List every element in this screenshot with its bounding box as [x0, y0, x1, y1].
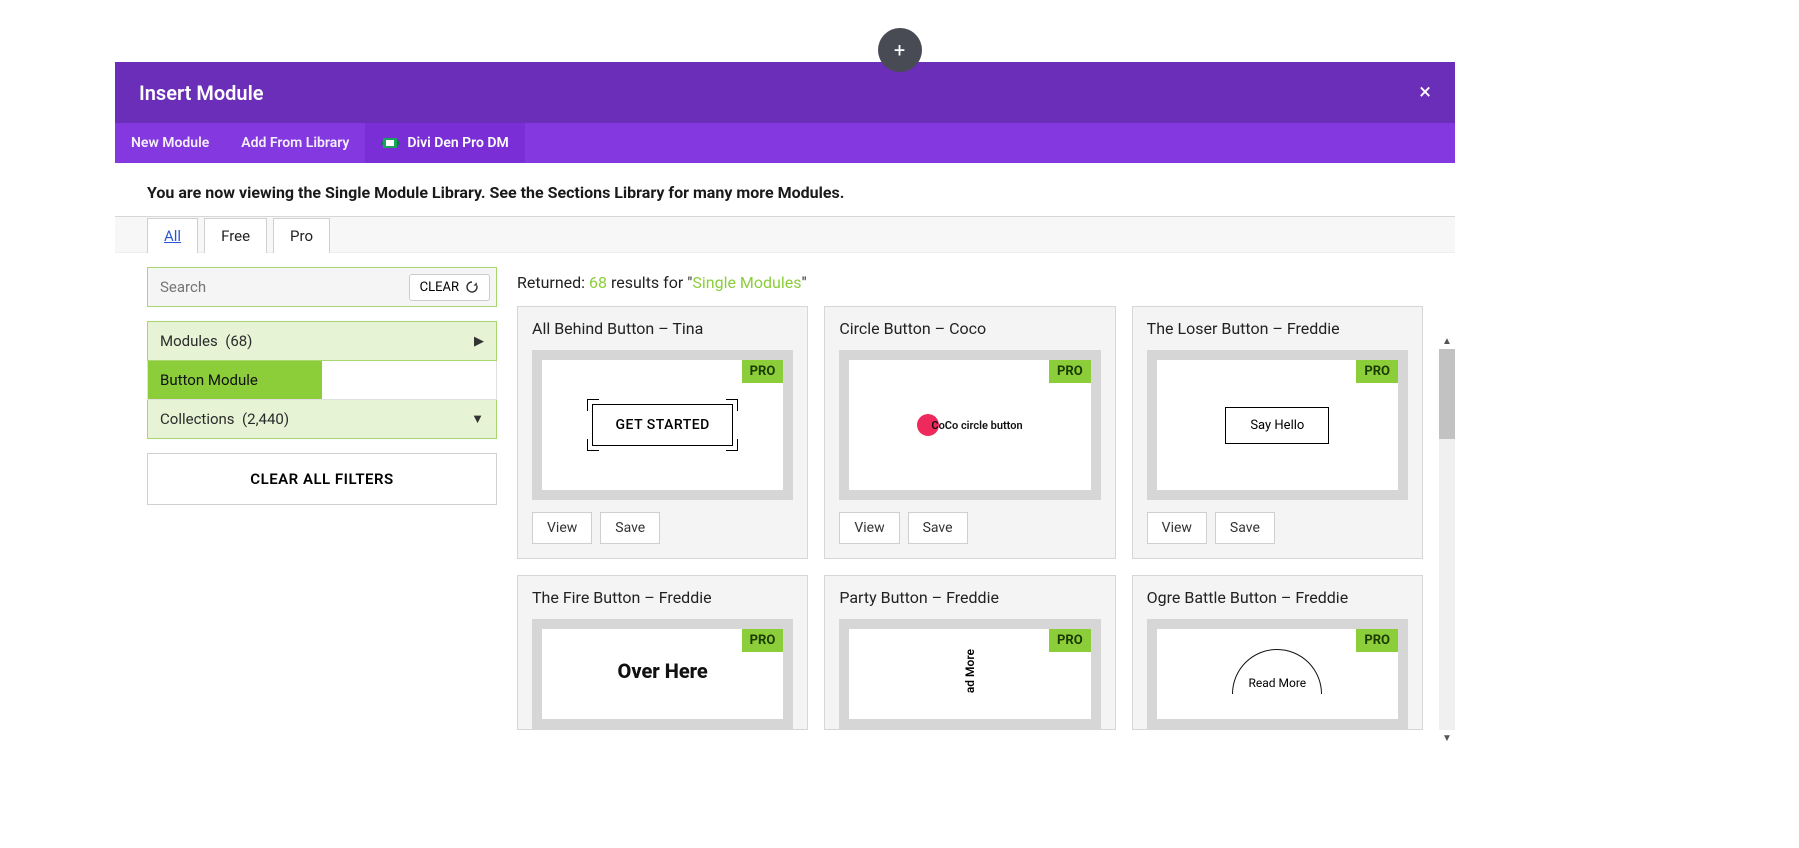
- card-title: The Fire Button – Freddie: [518, 576, 807, 619]
- module-card: The Loser Button – Freddie PRO Say Hello…: [1132, 306, 1423, 559]
- pro-badge: PRO: [1049, 360, 1091, 383]
- save-button[interactable]: Save: [600, 512, 660, 544]
- card-title: Ogre Battle Button – Freddie: [1133, 576, 1422, 619]
- module-card: Ogre Battle Button – Freddie PRO Read Mo…: [1132, 575, 1423, 730]
- card-title: The Loser Button – Freddie: [1133, 307, 1422, 350]
- preview-say-hello-button: Say Hello: [1225, 407, 1329, 444]
- filter-tab-all[interactable]: All: [147, 218, 198, 253]
- modules-panel-body: Button Module: [147, 361, 497, 400]
- tab-add-from-library[interactable]: Add From Library: [225, 123, 365, 163]
- scroll-thumb[interactable]: [1439, 349, 1455, 439]
- reload-icon: [465, 280, 479, 294]
- close-button[interactable]: ×: [1419, 80, 1431, 105]
- card-preview: PRO Read More: [1147, 619, 1408, 729]
- chevron-down-icon: ▼: [471, 411, 484, 427]
- clear-all-filters-button[interactable]: CLEAR ALL FILTERS: [147, 453, 497, 505]
- modal-content: You are now viewing the Single Module Li…: [115, 163, 1455, 730]
- card-preview: PRO Say Hello: [1147, 350, 1408, 500]
- sidebar: CLEAR Modules (68) ▶ Button Module: [147, 267, 497, 730]
- view-button[interactable]: View: [1147, 512, 1207, 544]
- module-card: The Fire Button – Freddie PRO Over Here: [517, 575, 808, 730]
- tab-divi-den-pro[interactable]: Divi Den Pro DM: [365, 123, 524, 163]
- modal-tabbar: New Module Add From Library Divi Den Pro…: [115, 123, 1455, 163]
- main-results: Returned: 68 results for "Single Modules…: [517, 267, 1423, 730]
- save-button[interactable]: Save: [1215, 512, 1275, 544]
- card-actions: View Save: [518, 500, 807, 558]
- intro-text: You are now viewing the Single Module Li…: [115, 163, 1455, 216]
- modules-panel: Modules (68) ▶ Button Module Collections…: [147, 321, 497, 439]
- preview-coco-button: CoCo circle button: [917, 414, 1022, 436]
- preview-get-started-button: GET STARTED: [592, 404, 732, 446]
- collections-panel-head[interactable]: Collections (2,440) ▼: [147, 400, 497, 439]
- results-grid: All Behind Button – Tina PRO GET STARTED…: [517, 306, 1423, 730]
- filter-bar: All Free Pro: [115, 216, 1455, 253]
- sidebar-item-button-module[interactable]: Button Module: [148, 361, 322, 399]
- pro-badge: PRO: [742, 629, 784, 652]
- card-title: All Behind Button – Tina: [518, 307, 807, 350]
- card-title: Circle Button – Coco: [825, 307, 1114, 350]
- view-button[interactable]: View: [839, 512, 899, 544]
- tab-divi-den-label: Divi Den Pro DM: [407, 135, 508, 151]
- clear-search-button[interactable]: CLEAR: [409, 274, 490, 301]
- pro-badge: PRO: [1049, 629, 1091, 652]
- modules-panel-label: Modules (68): [160, 332, 252, 350]
- preview-vertical-text: ad More: [963, 649, 977, 693]
- filter-tabs: All Free Pro: [147, 218, 1423, 253]
- module-card: All Behind Button – Tina PRO GET STARTED…: [517, 306, 808, 559]
- filter-tab-pro[interactable]: Pro: [273, 218, 330, 253]
- tab-new-module[interactable]: New Module: [115, 123, 225, 163]
- clear-search-label: CLEAR: [420, 280, 459, 295]
- pro-badge: PRO: [742, 360, 784, 383]
- card-preview: PRO ad More: [839, 619, 1100, 729]
- floating-add-button[interactable]: +: [878, 28, 922, 72]
- filter-tab-free[interactable]: Free: [204, 218, 267, 253]
- view-button[interactable]: View: [532, 512, 592, 544]
- search-input[interactable]: [148, 268, 409, 306]
- pro-badge: PRO: [1356, 629, 1398, 652]
- card-preview: PRO CoCo circle button: [839, 350, 1100, 500]
- scroll-up-icon[interactable]: ▲: [1439, 333, 1455, 349]
- collections-panel-label: Collections (2,440): [160, 410, 289, 428]
- card-title: Party Button – Freddie: [825, 576, 1114, 619]
- preview-over-here-text: Over Here: [618, 659, 708, 683]
- search-row: CLEAR: [147, 267, 497, 307]
- modal-header: Insert Module ×: [115, 62, 1455, 123]
- insert-module-modal: Insert Module × New Module Add From Libr…: [115, 62, 1455, 730]
- scrollbar[interactable]: ▲ ▼: [1439, 349, 1455, 730]
- save-button[interactable]: Save: [908, 512, 968, 544]
- modal-title: Insert Module: [139, 81, 264, 105]
- chevron-right-icon: ▶: [474, 334, 484, 349]
- card-actions: View Save: [1133, 500, 1422, 558]
- card-preview: PRO GET STARTED: [532, 350, 793, 500]
- module-card: Party Button – Freddie PRO ad More: [824, 575, 1115, 730]
- card-actions: View Save: [825, 500, 1114, 558]
- divi-den-icon: [381, 136, 399, 150]
- preview-read-more-arc: Read More: [1232, 649, 1322, 694]
- modules-panel-head[interactable]: Modules (68) ▶: [147, 321, 497, 361]
- module-card: Circle Button – Coco PRO CoCo circle but…: [824, 306, 1115, 559]
- body-area: CLEAR Modules (68) ▶ Button Module: [115, 253, 1455, 730]
- results-summary: Returned: 68 results for "Single Modules…: [517, 267, 1423, 292]
- scroll-down-icon[interactable]: ▼: [1439, 730, 1455, 746]
- card-preview: PRO Over Here: [532, 619, 793, 729]
- pro-badge: PRO: [1356, 360, 1398, 383]
